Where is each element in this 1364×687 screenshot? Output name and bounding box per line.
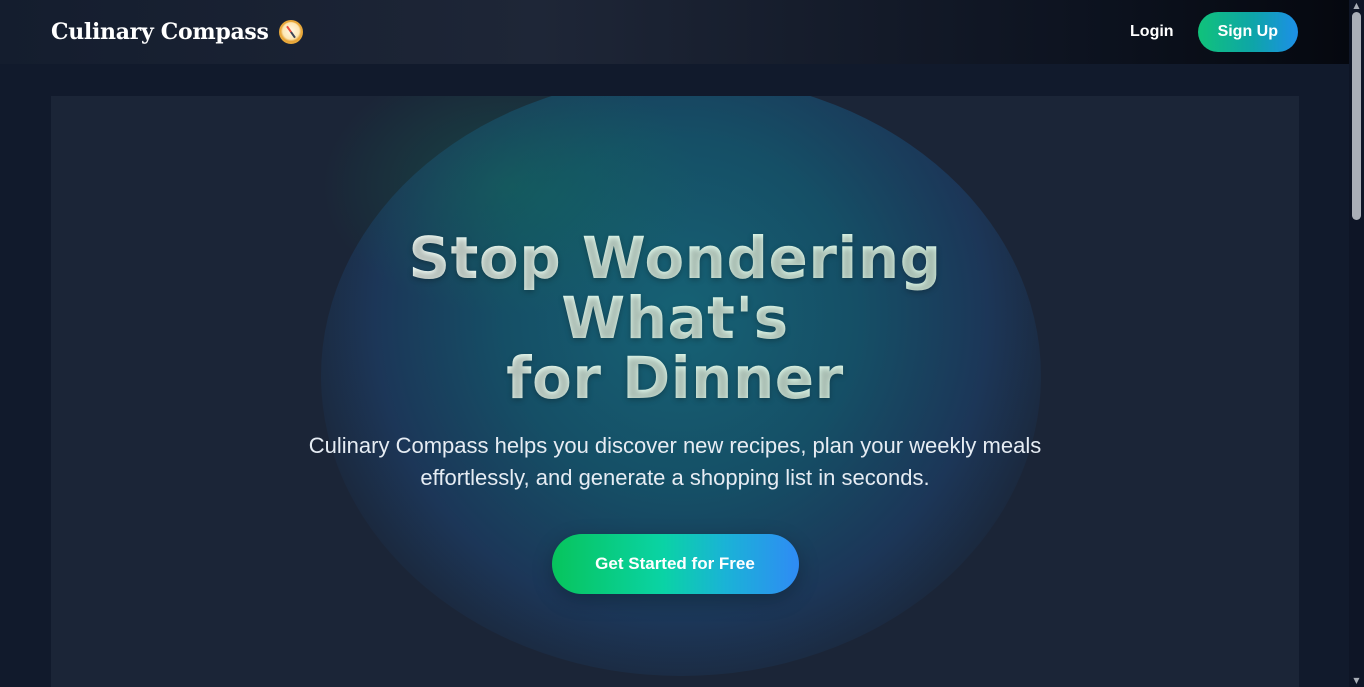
nav-actions: Login Sign Up <box>1130 12 1298 52</box>
hero-title-line-2: for Dinner <box>506 344 844 412</box>
scrollbar-thumb[interactable] <box>1352 12 1361 220</box>
get-started-button[interactable]: Get Started for Free <box>551 534 799 594</box>
brand-name: Culinary Compass <box>51 19 269 45</box>
page-viewport: Culinary Compass Login Sign Up Stop Wond… <box>0 0 1349 687</box>
hero-title: Stop Wondering What's for Dinner <box>295 228 1055 408</box>
sign-up-button[interactable]: Sign Up <box>1197 12 1298 52</box>
hero-section: Stop Wondering What's for Dinner Culinar… <box>51 96 1299 687</box>
scroll-down-arrow-icon[interactable]: ▼ <box>1352 677 1361 685</box>
login-link[interactable]: Login <box>1130 23 1174 41</box>
hero-content: Stop Wondering What's for Dinner Culinar… <box>51 96 1299 594</box>
hero-title-line-1: Stop Wondering What's <box>408 224 942 352</box>
top-navbar: Culinary Compass Login Sign Up <box>0 0 1349 64</box>
scroll-up-arrow-icon[interactable]: ▲ <box>1352 2 1361 10</box>
hero-subtitle: Culinary Compass helps you discover new … <box>308 433 1042 490</box>
brand-logo[interactable]: Culinary Compass <box>51 19 303 45</box>
compass-icon <box>278 20 303 44</box>
